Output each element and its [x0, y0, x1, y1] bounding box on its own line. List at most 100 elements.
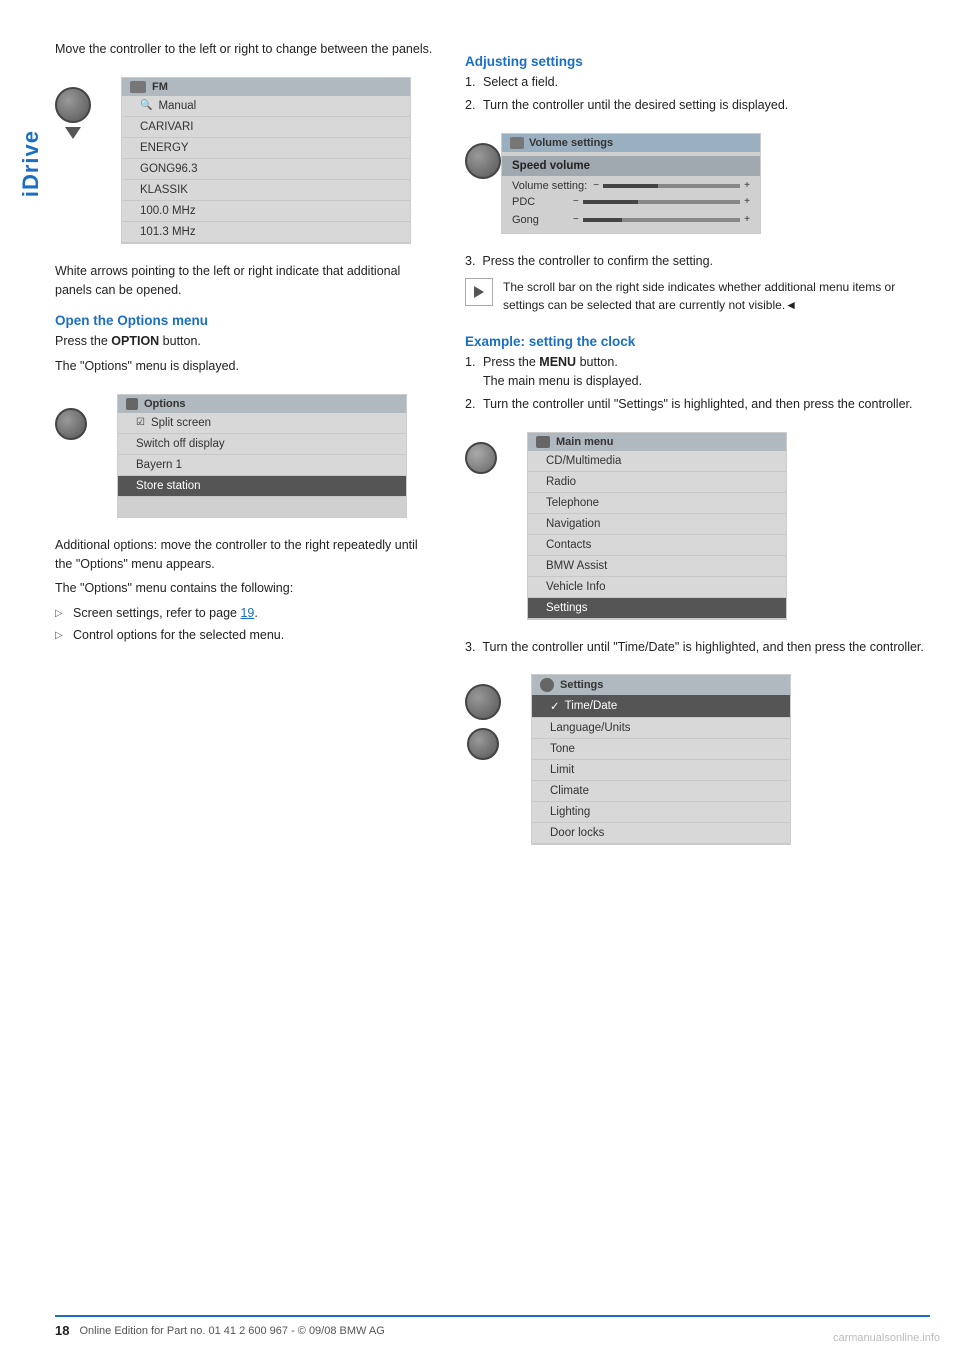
controller-dial — [55, 87, 91, 123]
gong-track — [583, 218, 740, 222]
volume-setting-label: Volume setting: — [512, 180, 587, 192]
fm-screen: FM 🔍 Manual CARIVARI ENERGY GONG96.3 KLA… — [121, 77, 411, 244]
options-title: Options — [144, 398, 186, 410]
footer: 18 Online Edition for Part no. 01 41 2 6… — [55, 1315, 930, 1338]
two-column-layout: Move the controller to the left or right… — [55, 40, 930, 863]
volume-screen: Volume settings Speed volume Volume sett… — [501, 133, 761, 234]
example-heading: Example: setting the clock — [465, 334, 930, 349]
options-screen-wrapper: Options ☑ Split screen Switch off displa… — [55, 384, 435, 528]
white-arrows-text: White arrows pointing to the left or rig… — [55, 262, 435, 300]
volume-title-text: Volume settings — [529, 137, 613, 149]
pdc-track — [583, 200, 740, 204]
adjusting-steps: 1.Select a field. 2.Turn the controller … — [465, 73, 930, 115]
main-menu-screen: Main menu CD/Multimedia Radio Telephone … — [527, 432, 787, 620]
settings-time-date: ✓ Time/Date — [532, 695, 790, 718]
search-icon: 🔍 — [140, 100, 152, 111]
options-icon — [126, 398, 138, 410]
pdc-row: PDC − + — [502, 193, 760, 211]
main-menu-body: CD/Multimedia Radio Telephone Navigation… — [528, 451, 786, 619]
scroll-note: The scroll bar on the right side indicat… — [503, 278, 930, 314]
arrow-down-icon — [65, 127, 81, 139]
example-step-2: 2.Turn the controller until "Settings" i… — [465, 395, 930, 414]
settings-gear-icon — [540, 678, 554, 692]
adjust-step-1: 1.Select a field. — [465, 73, 930, 92]
sidebar-label: iDrive — [18, 130, 44, 197]
volume-dial — [465, 143, 501, 179]
fm-row-6: 101.3 MHz — [122, 222, 410, 243]
settings-door-locks: Door locks — [532, 823, 790, 844]
triangle-box — [465, 278, 493, 306]
fm-row-3: GONG96.3 — [122, 159, 410, 180]
settings-dial-side — [465, 684, 501, 760]
adjust-step-2: 2.Turn the controller until the desired … — [465, 96, 930, 115]
gong-minus-icon: − — [573, 214, 579, 225]
fm-icon — [130, 81, 146, 93]
volume-setting-label-row: Volume setting: − + — [502, 176, 760, 193]
options-title-bar: Options — [118, 395, 406, 413]
gong-fill — [583, 218, 622, 222]
fm-screen-body: 🔍 Manual CARIVARI ENERGY GONG96.3 KLASSI… — [122, 96, 410, 243]
settings-tone: Tone — [532, 739, 790, 760]
open-options-heading: Open the Options menu — [55, 313, 435, 328]
menu-contacts: Contacts — [528, 535, 786, 556]
pdc-plus-icon: + — [744, 196, 750, 207]
pdc-label: PDC — [512, 196, 567, 208]
open-options-p1: Press the OPTION button. — [55, 332, 435, 351]
gong-slider: − + — [573, 214, 750, 225]
checkbox-icon: ☑ — [136, 417, 145, 428]
volume-screen-wrapper: Volume settings Speed volume Volume sett… — [465, 123, 930, 244]
open-options-p2: The "Options" menu is displayed. — [55, 357, 435, 376]
step3b-text: 3. Turn the controller until "Time/Date"… — [465, 638, 930, 657]
copyright-text: Online Edition for Part no. 01 41 2 600 … — [79, 1325, 384, 1337]
settings-screen-body: ✓ Time/Date Language/Units Tone Limit Cl… — [532, 695, 790, 844]
fm-screen-wrapper: FM 🔍 Manual CARIVARI ENERGY GONG96.3 KLA… — [55, 67, 435, 254]
menu-icon — [536, 436, 550, 448]
speed-volume-row: Speed volume — [502, 156, 760, 176]
settings-screen-wrapper: Settings ✓ Time/Date Language/Units Tone… — [465, 664, 930, 855]
checkmark-icon: ✓ — [550, 699, 560, 713]
fm-row-2: ENERGY — [122, 138, 410, 159]
slider-fill-vol — [603, 184, 658, 188]
slider-minus-icon: − — [593, 180, 599, 191]
fm-manual-label: Manual — [158, 100, 196, 112]
volume-title-bar: Volume settings — [502, 134, 760, 152]
adjusting-heading: Adjusting settings — [465, 54, 930, 69]
scroll-indicator-section: The scroll bar on the right side indicat… — [465, 278, 930, 320]
settings-language: Language/Units — [532, 718, 790, 739]
main-menu-dial-side — [465, 442, 497, 474]
options-row-split: ☑ Split screen — [118, 413, 406, 434]
left-column: Move the controller to the left or right… — [55, 40, 435, 863]
menu-navigation: Navigation — [528, 514, 786, 535]
main-menu-title: Main menu — [556, 436, 613, 448]
options-controller-dial — [55, 408, 87, 440]
pdc-slider: − + — [573, 196, 750, 207]
settings-title: Settings — [560, 679, 603, 691]
main-menu-title-bar: Main menu — [528, 433, 786, 451]
settings-climate: Climate — [532, 781, 790, 802]
volume-dial-side — [465, 143, 501, 179]
fm-title-bar: FM — [122, 78, 410, 96]
pdc-minus-icon: − — [573, 196, 579, 207]
fm-row-5: 100.0 MHz — [122, 201, 410, 222]
options-screen-body: ☑ Split screen Switch off display Bayern… — [118, 413, 406, 517]
fm-row-4: KLASSIK — [122, 180, 410, 201]
slider-plus-icon: + — [744, 180, 750, 191]
options-row-switch: Switch off display — [118, 434, 406, 455]
split-screen-label: Split screen — [151, 417, 211, 429]
menu-bmw-assist: BMW Assist — [528, 556, 786, 577]
options-row-bayern: Bayern 1 — [118, 455, 406, 476]
options-spacer — [118, 497, 406, 517]
menu-radio: Radio — [528, 472, 786, 493]
page-link[interactable]: 19 — [240, 606, 254, 620]
volume-body: Speed volume Volume setting: − + — [502, 152, 760, 233]
volume-slider: − + — [593, 180, 750, 191]
triangle-right-icon — [474, 286, 484, 298]
options-screen: Options ☑ Split screen Switch off displa… — [117, 394, 407, 518]
fm-title: FM — [152, 81, 168, 93]
bullet-item-1: Screen settings, refer to page 19. — [55, 604, 435, 623]
gear-dial — [465, 442, 497, 474]
menu-vehicle-info: Vehicle Info — [528, 577, 786, 598]
right-column: Adjusting settings 1.Select a field. 2.T… — [465, 40, 930, 863]
step3-text: 3. Press the controller to confirm the s… — [465, 252, 930, 271]
menu-telephone: Telephone — [528, 493, 786, 514]
